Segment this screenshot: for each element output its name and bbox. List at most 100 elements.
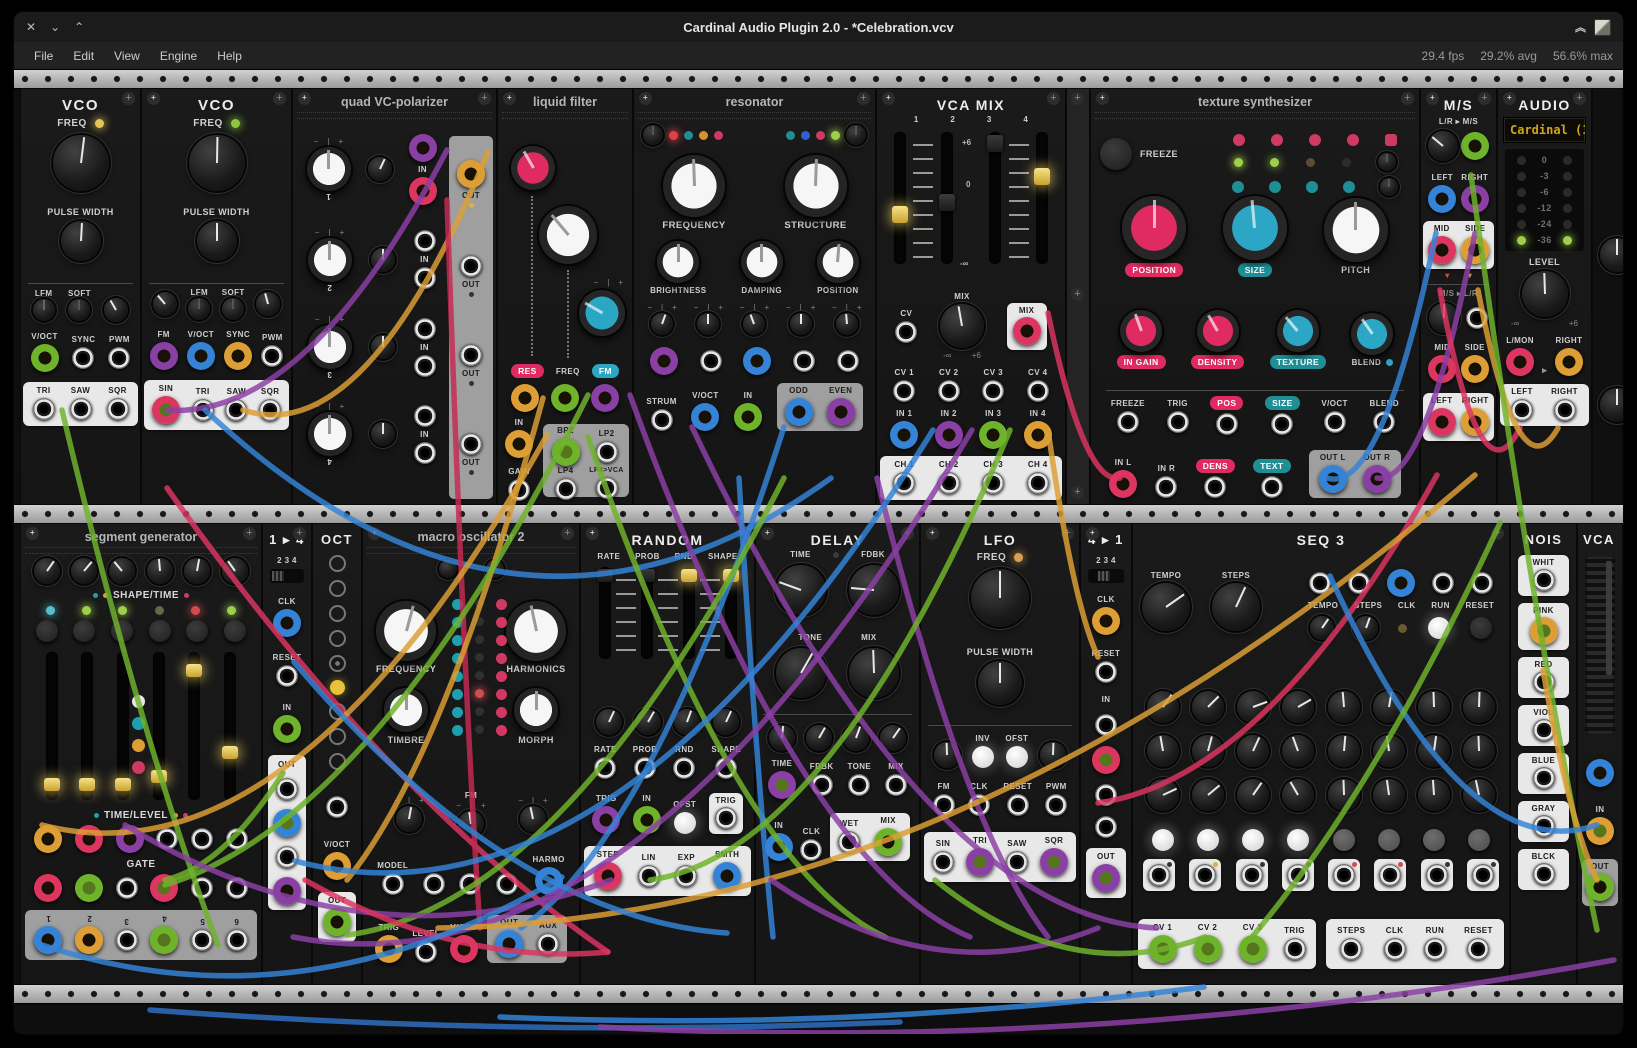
seg-out-5-jack[interactable] — [191, 929, 213, 951]
fdbk-cv-jack[interactable] — [811, 774, 833, 796]
mix-knob[interactable] — [849, 648, 899, 698]
seg-out-1-jack[interactable] — [34, 926, 62, 954]
mode-icon[interactable] — [1232, 181, 1244, 193]
out-4-jack[interactable] — [460, 433, 482, 455]
module-1to4[interactable]: + 1 ▸ 4 2 3 4 CLK RESET IN OUT — [262, 523, 312, 985]
seg-slider-6[interactable] — [224, 652, 236, 800]
saw-out-jack[interactable] — [70, 398, 92, 420]
model-icon[interactable] — [452, 599, 463, 610]
shape-knob-6[interactable] — [222, 558, 248, 584]
seg-button-6[interactable] — [224, 620, 246, 642]
gate-jack[interactable] — [1194, 864, 1216, 886]
mode-switch[interactable] — [1088, 569, 1124, 583]
prob-atten-knob[interactable] — [635, 709, 661, 735]
left-out-jack[interactable] — [1428, 408, 1456, 436]
fm-attenuator-knob[interactable] — [153, 292, 177, 316]
time-jack-2[interactable] — [75, 825, 103, 853]
menu-file[interactable]: File — [24, 46, 63, 66]
mode-switch[interactable] — [270, 569, 304, 583]
in-jack[interactable] — [734, 403, 762, 431]
bp2-out-jack[interactable] — [552, 438, 580, 466]
gate-jack-5[interactable] — [191, 877, 213, 899]
gate-jack-6[interactable] — [226, 877, 248, 899]
module-quad-vc-polarizer[interactable]: ++ quad VC-polarizer OUT OUT OUT OUT −|+… — [292, 88, 497, 505]
tri-out-jack[interactable] — [33, 398, 55, 420]
seq-knob[interactable] — [1282, 779, 1314, 811]
lfm-knob[interactable] — [188, 298, 210, 320]
titlebar-icon[interactable] — [1594, 19, 1611, 36]
texture-knob[interactable] — [1277, 310, 1319, 352]
trig-jack[interactable] — [1167, 411, 1189, 433]
seq-knob[interactable] — [1237, 691, 1269, 723]
shape-atten-knob[interactable] — [713, 709, 739, 735]
voct-jack[interactable] — [323, 852, 351, 880]
in-jack[interactable] — [633, 806, 661, 834]
module-vca-mix[interactable]: ++ VCA MIX 1 2 3 4 +6 0 -∞ CV MIX -∞.+ — [876, 88, 1066, 505]
steps-cv-jack[interactable] — [1348, 572, 1370, 594]
seq-knob[interactable] — [1192, 735, 1224, 767]
position-knob[interactable] — [817, 241, 859, 283]
right-out-jack[interactable] — [1554, 399, 1576, 421]
fader-1[interactable] — [894, 132, 906, 264]
blend-jack[interactable] — [1373, 411, 1395, 433]
exp-out-jack[interactable] — [675, 865, 697, 887]
out-4-jack[interactable] — [273, 877, 301, 905]
model-icon[interactable] — [496, 599, 507, 610]
mix-atten-knob[interactable] — [880, 725, 906, 751]
minimize-button[interactable]: ⌄ — [50, 20, 60, 34]
maximize-button[interactable]: ⌃ — [74, 20, 84, 34]
module-nois[interactable]: NOIS WHIT PINK RED VIOL BLUE GRAY BLCK — [1510, 523, 1577, 985]
model-sel-button[interactable] — [439, 560, 457, 578]
mode-knob-left[interactable] — [643, 125, 663, 145]
in2-jack[interactable] — [935, 421, 963, 449]
cv-jack[interactable] — [326, 796, 348, 818]
soft-button[interactable] — [222, 298, 244, 320]
encode-in-jack[interactable] — [1461, 132, 1489, 160]
gate-jack[interactable] — [1426, 864, 1448, 886]
prob-cv-jack[interactable] — [634, 757, 656, 779]
ramp-icon[interactable] — [132, 717, 145, 730]
trim-knob[interactable] — [651, 313, 673, 335]
freq-knob[interactable] — [53, 135, 109, 191]
steps-trim-knob[interactable] — [1354, 616, 1378, 640]
hold-icon[interactable] — [132, 761, 145, 774]
freeze-button[interactable] — [1100, 138, 1132, 170]
morph-knob[interactable] — [514, 688, 558, 732]
fm-cv-jack[interactable] — [459, 873, 481, 895]
seq-knob[interactable] — [1418, 735, 1450, 767]
white-out-jack[interactable] — [1533, 569, 1555, 591]
gate-jack[interactable] — [1241, 864, 1263, 886]
rnd-slider[interactable] — [683, 567, 695, 659]
reset-in-jack[interactable] — [1471, 572, 1493, 594]
structure-knob[interactable] — [785, 155, 847, 217]
module-macro-oscillator-2[interactable]: ++ macro oscillator 2 FREQUENCY TIMBRE H… — [362, 523, 580, 985]
shape-knob-1[interactable] — [34, 558, 60, 584]
clk-jack[interactable] — [273, 609, 301, 637]
mode-icon[interactable] — [1269, 181, 1281, 193]
seq-knob[interactable] — [1373, 779, 1405, 811]
mode-icon[interactable] — [1306, 181, 1318, 193]
step-button-on[interactable] — [1287, 829, 1309, 851]
trig-jack[interactable] — [592, 806, 620, 834]
size-jack[interactable] — [1271, 413, 1293, 435]
in-1b-jack[interactable] — [409, 177, 437, 205]
mode-knob-right[interactable] — [846, 125, 866, 145]
model-icon[interactable] — [496, 653, 507, 664]
cv-amount-3-knob[interactable] — [371, 335, 395, 359]
frequency-knob[interactable] — [663, 155, 725, 217]
fm-jack[interactable] — [150, 342, 178, 370]
seq-knob[interactable] — [1418, 691, 1450, 723]
pwm-attenuator-knob[interactable] — [256, 292, 280, 316]
cv-jack[interactable] — [1586, 759, 1614, 787]
seg-slider-2[interactable] — [81, 652, 93, 800]
sin-out-jack[interactable] — [152, 396, 180, 424]
fdbk-atten-knob[interactable] — [806, 725, 832, 751]
freq-knob[interactable] — [971, 569, 1029, 627]
even-out-jack[interactable] — [827, 398, 855, 426]
seq-knob[interactable] — [1282, 735, 1314, 767]
step-button-off[interactable] — [1423, 829, 1445, 851]
cv-jack[interactable] — [743, 347, 771, 375]
morph-cv-jack[interactable] — [496, 873, 518, 895]
module-vco-1[interactable]: + VCO FREQ PULSE WIDTH LFM SOFT V/OCT SY… — [20, 88, 141, 505]
out-r-jack[interactable] — [1363, 465, 1391, 493]
